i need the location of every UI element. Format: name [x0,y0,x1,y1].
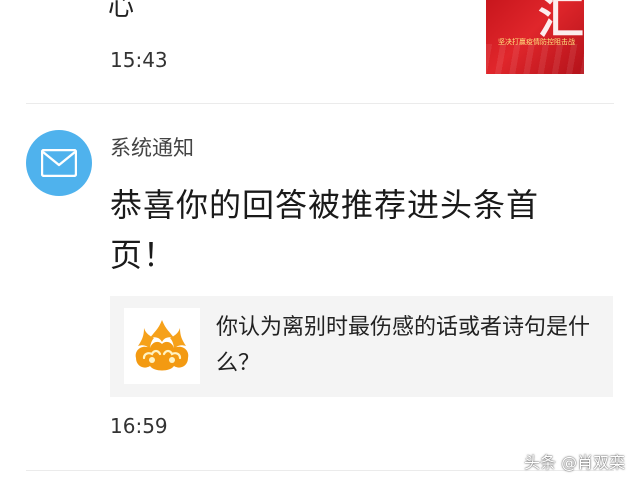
watermark: 头条 @肖双栾 [524,453,626,472]
thumbnail-caption: 坚决打赢疫情防控阻击战 [498,38,575,46]
notification-sender: 系统通知 [110,136,194,160]
notification-message: 恭喜你的回答被推荐进头条首页！ [110,186,540,274]
notification-divider [26,103,614,104]
notification-time: 16:59 [110,414,168,438]
thumbnail-glyph: 汇 [538,0,584,44]
previous-message-fragment: 心 [108,0,135,22]
question-card-thumbnail [124,308,200,384]
toutiao-wukong-flame-icon [135,320,189,371]
previous-notification-time: 15:43 [110,48,168,72]
system-notification-avatar[interactable] [26,130,92,196]
thumbnail-decoration [486,44,584,74]
question-card-title: 你认为离别时最伤感的话或者诗句是什么？ [216,315,591,376]
question-card[interactable]: 你认为离别时最伤感的话或者诗句是什么？ [110,296,613,397]
previous-notification-thumbnail[interactable]: 汇 坚决打赢疫情防控阻击战 [486,0,584,74]
mail-envelope-icon [41,149,77,177]
